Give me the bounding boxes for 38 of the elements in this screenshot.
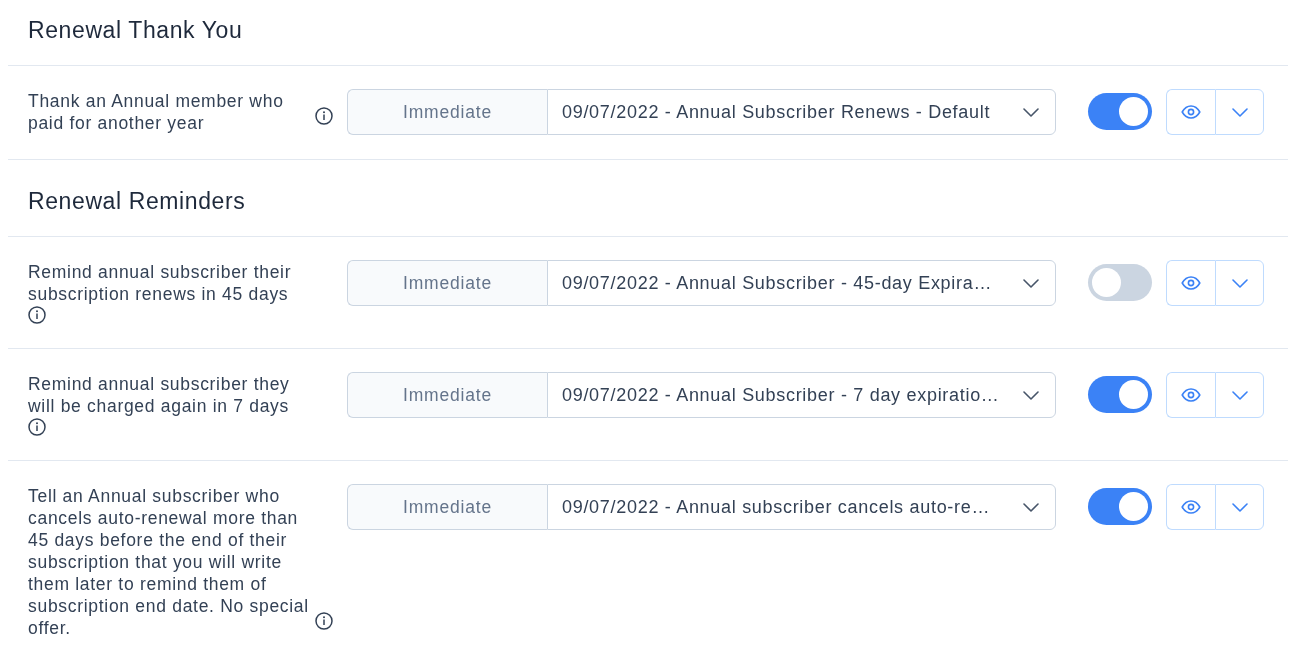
enable-toggle[interactable] bbox=[1088, 488, 1152, 525]
eye-icon bbox=[1181, 105, 1201, 119]
chevron-down-icon bbox=[1023, 390, 1039, 400]
setting-description: Thank an Annual member who paid for another year bbox=[28, 90, 285, 134]
chevron-down-icon bbox=[1231, 107, 1248, 117]
timing-field[interactable]: Immediate bbox=[347, 484, 547, 530]
chevron-down-icon bbox=[1023, 502, 1039, 512]
info-icon[interactable] bbox=[315, 107, 333, 125]
eye-icon bbox=[1181, 276, 1201, 290]
timing-field[interactable]: Immediate bbox=[347, 372, 547, 418]
chevron-down-icon bbox=[1231, 390, 1248, 400]
preview-button[interactable] bbox=[1166, 372, 1215, 418]
info-icon[interactable] bbox=[28, 418, 46, 436]
section-heading: Renewal Reminders bbox=[8, 159, 1288, 236]
template-select[interactable]: 09/07/2022 - Annual Subscriber Renews - Default bbox=[547, 89, 1056, 135]
timing-field[interactable]: Immediate bbox=[347, 89, 547, 135]
eye-icon bbox=[1181, 388, 1201, 402]
setting-description: Remind annual subscriber they will be charged again in 7 days bbox=[28, 373, 291, 417]
enable-toggle[interactable] bbox=[1088, 264, 1152, 301]
setting-description: Remind annual subscriber their subscription renews in 45 days bbox=[28, 261, 293, 305]
timing-field[interactable]: Immediate bbox=[347, 260, 547, 306]
chevron-down-icon bbox=[1231, 278, 1248, 288]
template-select[interactable]: 09/07/2022 - Annual subscriber cancels auto-re… bbox=[547, 484, 1056, 530]
template-select[interactable]: 09/07/2022 - Annual Subscriber - 7 day expiratio… bbox=[547, 372, 1056, 418]
preview-button[interactable] bbox=[1166, 260, 1215, 306]
chevron-down-icon bbox=[1023, 278, 1039, 288]
enable-toggle[interactable] bbox=[1088, 93, 1152, 130]
info-icon[interactable] bbox=[315, 612, 333, 630]
preview-button[interactable] bbox=[1166, 89, 1215, 135]
preview-button[interactable] bbox=[1166, 484, 1215, 530]
info-icon[interactable] bbox=[28, 306, 46, 324]
template-select[interactable]: 09/07/2022 - Annual Subscriber - 45-day Expira… bbox=[547, 260, 1056, 306]
enable-toggle[interactable] bbox=[1088, 376, 1152, 413]
setting-description: Tell an Annual subscriber who cancels auto-renewal more than 45 days before the end of their subscription that you will write them later to remind them of subscription end date. No special offer. bbox=[28, 485, 310, 639]
chevron-down-icon bbox=[1023, 107, 1039, 117]
eye-icon bbox=[1181, 500, 1201, 514]
chevron-down-icon bbox=[1231, 502, 1248, 512]
section-heading: Renewal Thank You bbox=[27, 16, 244, 45]
